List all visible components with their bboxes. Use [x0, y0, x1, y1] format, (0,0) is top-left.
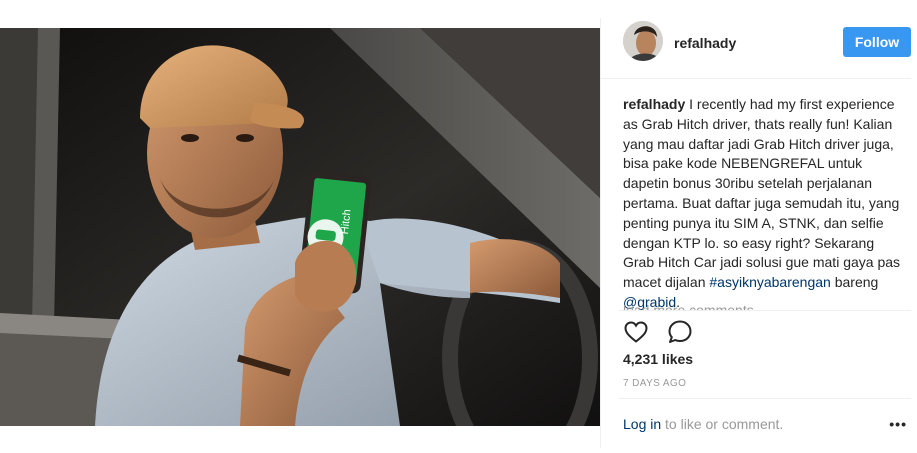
post-header: refalhady Follow [601, 18, 911, 79]
post-details-pane: refalhady Follow refalhady I recently ha… [600, 18, 911, 448]
avatar-illustration [623, 21, 663, 61]
post-photo[interactable]: Hitch [0, 28, 600, 426]
speech-bubble-icon[interactable] [667, 319, 693, 345]
instagram-embed: Hitch refalhady Follow refalhady I recen… [0, 0, 917, 453]
caption-connector: bareng [834, 274, 879, 291]
likes-count[interactable]: 4,231 likes [623, 351, 693, 367]
divider [619, 310, 911, 311]
login-prompt-text: to like or comment. [665, 416, 784, 432]
heart-outline-icon[interactable] [623, 319, 649, 345]
post-caption: refalhady I recently had my first experi… [623, 95, 908, 313]
login-link[interactable]: Log in [623, 416, 661, 432]
hashtag-link[interactable]: #asyiknyabarengan [709, 274, 830, 290]
divider [619, 398, 911, 399]
follow-button[interactable]: Follow [843, 27, 911, 57]
caption-username[interactable]: refalhady [623, 96, 685, 112]
more-options-icon[interactable]: ••• [889, 416, 907, 432]
avatar[interactable] [623, 21, 663, 61]
header-username[interactable]: refalhady [674, 35, 736, 51]
post-date: 7 DAYS AGO [623, 378, 687, 389]
post-photo-illustration: Hitch [0, 28, 600, 426]
action-bar [623, 319, 707, 347]
caption-text: I recently had my first experience as Gr… [623, 96, 901, 291]
login-prompt: Log in to like or comment. ••• [623, 416, 911, 432]
